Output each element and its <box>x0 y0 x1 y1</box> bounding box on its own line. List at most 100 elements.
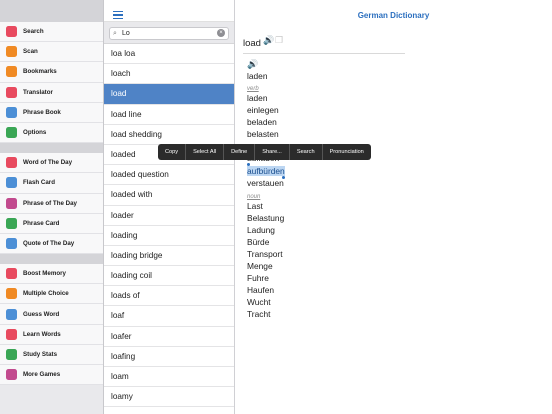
translation: Belastung <box>247 213 285 223</box>
translation: Haufen <box>247 285 275 295</box>
word-list-item[interactable]: loafing <box>104 347 234 367</box>
sidebar-item-label: Learn Words <box>23 330 61 338</box>
sidebar: Search Scan Bookmarks Translator Phrase Book… <box>0 0 104 414</box>
translation: verstauen <box>247 178 284 188</box>
translation: beladen <box>247 117 277 127</box>
scan-icon <box>6 46 17 58</box>
guess-word-icon <box>6 308 17 320</box>
speaker-icon[interactable]: 🔊 <box>247 59 258 70</box>
list-header <box>104 0 234 22</box>
word-list: loa loa loach load load line load shedding lo… <box>104 44 234 408</box>
flash-card-icon <box>6 177 17 189</box>
sidebar-item-quote-of-the-day[interactable]: Quote of The Day <box>0 233 103 255</box>
translation: Ladung <box>247 225 275 235</box>
sidebar-item-label: Guess Word <box>23 310 60 318</box>
selection-handle-start[interactable] <box>247 163 250 166</box>
translation: Bürde <box>247 237 270 247</box>
context-menu-pronunciation[interactable]: Pronunciation <box>323 144 371 160</box>
word-list-item[interactable]: loamy <box>104 387 234 408</box>
context-menu-copy[interactable]: Copy <box>158 144 187 160</box>
sidebar-item-translator[interactable]: Translator <box>0 82 103 103</box>
word-list-item[interactable]: load shedding <box>104 125 234 145</box>
sidebar-item-label: Search <box>23 28 44 36</box>
learn-words-icon <box>6 328 17 340</box>
edit-context-menu: Copy Select All Define Share... Search Pronun… <box>158 144 371 160</box>
pos-label-verb: verb <box>247 86 259 92</box>
sidebar-item-search[interactable]: Search <box>0 22 103 43</box>
sidebar-item-scan[interactable]: Scan <box>0 42 103 63</box>
speaker-icon[interactable]: 🔊 <box>263 35 274 45</box>
phrase-book-icon <box>6 106 17 118</box>
sidebar-item-phrase-book[interactable]: Phrase Book <box>0 102 103 123</box>
sidebar-item-study-stats[interactable]: Study Stats <box>0 344 103 365</box>
context-menu-define[interactable]: Define <box>224 144 256 160</box>
translation: Fuhre <box>247 273 269 283</box>
translation: laden <box>247 93 268 103</box>
sidebar-item-phrase-card[interactable]: Phrase Card <box>0 213 103 234</box>
context-menu-search[interactable]: Search <box>290 144 323 160</box>
word-of-day-icon <box>6 157 17 169</box>
context-menu-select-all[interactable]: Select All <box>186 144 225 160</box>
sidebar-item-boost-memory[interactable]: Boost Memory <box>0 264 103 285</box>
sidebar-item-label: Flash Card <box>23 179 55 187</box>
search-input[interactable]: ⌕ Lo × <box>109 27 229 40</box>
translation: Transport <box>247 249 283 259</box>
word-list-item[interactable]: loafer <box>104 327 234 347</box>
translation: Last <box>247 201 263 211</box>
text-selection[interactable]: aufbürden <box>247 166 285 176</box>
sidebar-item-label: Options <box>23 129 47 137</box>
sidebar-item-label: Phrase Book <box>23 108 61 116</box>
sidebar-item-guess-word[interactable]: Guess Word <box>0 304 103 325</box>
copy-icon[interactable]: ❐ <box>275 35 284 45</box>
sidebar-item-label: Quote of The Day <box>23 239 75 247</box>
word-list-item[interactable]: loa loa <box>104 44 234 65</box>
divider <box>243 53 405 54</box>
sidebar-separator <box>0 143 103 154</box>
app-title: German Dictionary <box>357 11 430 20</box>
sidebar-item-label: Word of The Day <box>23 159 73 167</box>
more-games-icon <box>6 369 17 381</box>
sidebar-item-bookmarks[interactable]: Bookmarks <box>0 62 103 83</box>
sidebar-item-phrase-of-the-day[interactable]: Phrase of The Day <box>0 193 103 214</box>
word-list-item[interactable]: loach <box>104 64 234 85</box>
sidebar-item-multiple-choice[interactable]: Multiple Choice <box>0 284 103 305</box>
sidebar-item-label: Bookmarks <box>23 68 57 76</box>
word-list-item[interactable]: loaded with <box>104 185 234 206</box>
word-list-item[interactable]: loaf <box>104 306 234 327</box>
headword: load <box>243 38 261 49</box>
context-menu-share[interactable]: Share... <box>255 144 290 160</box>
sidebar-item-word-of-the-day[interactable]: Word of The Day <box>0 153 103 174</box>
word-list-item[interactable]: loading bridge <box>104 246 234 267</box>
word-list-item[interactable]: loader <box>104 206 234 226</box>
sidebar-item-label: Multiple Choice <box>23 290 69 298</box>
translator-icon <box>6 86 17 98</box>
sidebar-item-label: Phrase of The Day <box>23 199 77 207</box>
word-list-item[interactable]: loam <box>104 367 234 388</box>
sidebar-item-learn-words[interactable]: Learn Words <box>0 324 103 345</box>
pos-label-noun: noun <box>247 194 261 200</box>
translation: Wucht <box>247 297 271 307</box>
study-stats-icon <box>6 348 17 360</box>
gear-icon <box>6 127 17 139</box>
search-input-value: Lo <box>122 30 130 37</box>
sidebar-item-more-games[interactable]: More Games <box>0 365 103 386</box>
word-list-item[interactable]: loading coil <box>104 266 234 287</box>
sidebar-item-label: Phrase Card <box>23 219 60 227</box>
translation: belasten <box>247 129 279 139</box>
sidebar-item-flash-card[interactable]: Flash Card <box>0 173 103 194</box>
word-list-item[interactable]: load <box>104 84 234 105</box>
word-list-item[interactable]: loading <box>104 226 234 246</box>
sidebar-item-options[interactable]: Options <box>0 122 103 144</box>
word-list-item[interactable]: loaded question <box>104 165 234 186</box>
word-list-item[interactable]: loads of <box>104 286 234 307</box>
menu-icon[interactable] <box>113 11 123 20</box>
sidebar-item-label: More Games <box>23 371 61 379</box>
word-list-item[interactable]: load line <box>104 105 234 125</box>
translation: laden <box>247 71 268 81</box>
selected-translation[interactable]: aufbürden <box>247 166 285 176</box>
sidebar-item-label: Translator <box>23 88 53 96</box>
clear-search-icon[interactable]: × <box>217 29 225 37</box>
sidebar-item-label: Study Stats <box>23 350 58 358</box>
detail-pane: German Dictionary load 🔊 ❐ 🔊 laden verb … <box>235 0 552 414</box>
multiple-choice-icon <box>6 288 17 300</box>
